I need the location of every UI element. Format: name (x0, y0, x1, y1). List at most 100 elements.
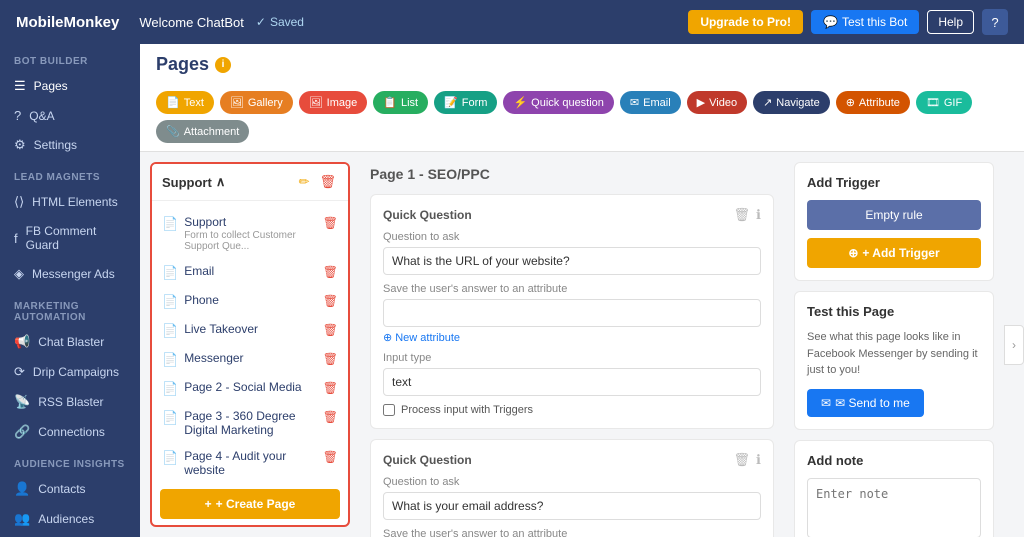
sidebar-item-qa[interactable]: ? Q&A (0, 101, 140, 130)
marketing-automation-label: MARKETING AUTOMATION (0, 289, 140, 327)
add-note-title: Add note (807, 453, 981, 468)
plus-icon: ⊕ (383, 331, 392, 344)
list-item[interactable]: 📄 Live Takeover 🗑 (152, 316, 348, 345)
toolbar-navigate-button[interactable]: ↗ Navigate (753, 91, 830, 114)
attachment-icon: 📎 (166, 125, 180, 138)
connections-icon: 🔗 (14, 424, 30, 440)
form-icon: 📝 (444, 96, 458, 109)
list-item[interactable]: 📄 Phone 🗑 (152, 287, 348, 316)
sidebar-item-drip-campaigns[interactable]: ⟳ Drip Campaigns (0, 357, 140, 387)
save-answer-input[interactable] (383, 299, 761, 327)
add-trigger-section: Add Trigger Empty rule ⊕ + Add Trigger (794, 162, 994, 281)
delete-page-icon[interactable]: 🗑 (323, 216, 338, 230)
info-icon: i (215, 57, 231, 73)
create-page-button[interactable]: + + Create Page (160, 489, 340, 519)
add-note-section: Add note (794, 440, 994, 537)
sidebar-item-pages[interactable]: ☰ Pages (0, 71, 140, 101)
toolbar-attachment-button[interactable]: 📎 Attachment (156, 120, 249, 143)
help-button[interactable]: Help (927, 10, 974, 34)
toolbar-gif-button[interactable]: 🎞 GIF (916, 91, 972, 114)
delete-page-icon[interactable]: 🗑 (323, 323, 338, 337)
sidebar-item-fb-comment-guard[interactable]: f FB Comment Guard (0, 217, 140, 259)
audiences-icon: 👥 (14, 511, 30, 527)
question-label: Question to ask (383, 476, 761, 488)
page-doc-icon: 📄 (162, 450, 178, 466)
toolbar-video-button[interactable]: ▶ Video (687, 91, 747, 114)
delete-page-icon[interactable]: 🗑 (323, 381, 338, 395)
user-icon-button[interactable]: ? (982, 9, 1008, 35)
plus-icon: + (205, 497, 212, 511)
add-trigger-button[interactable]: ⊕ + Add Trigger (807, 238, 981, 268)
qa-icon: ? (14, 108, 21, 123)
expand-right-button[interactable]: › (1004, 325, 1024, 365)
gallery-icon: 🖼 (230, 96, 244, 109)
info-card-button[interactable]: ℹ (756, 452, 761, 468)
empty-rule-button[interactable]: Empty rule (807, 200, 981, 230)
page-doc-icon: 📄 (162, 265, 178, 281)
process-triggers-checkbox[interactable] (383, 404, 395, 416)
list-item[interactable]: 📄 Email 🗑 (152, 258, 348, 287)
message-icon: ✉ (821, 396, 831, 410)
pages-group-header: Support ∧ ✏ 🗑 (152, 164, 348, 201)
page-doc-icon: 📄 (162, 294, 178, 310)
toolbar-image-button[interactable]: 🖼 Image (299, 91, 368, 114)
edit-group-button[interactable]: ✏ (297, 172, 312, 192)
process-triggers-label: Process input with Triggers (401, 404, 533, 416)
list-item[interactable]: 📄 Page 4 - Audit your website 🗑 (152, 443, 348, 483)
message-icon: 💬 (823, 15, 838, 29)
delete-page-icon[interactable]: 🗑 (323, 450, 338, 464)
test-page-title: Test this Page (807, 304, 981, 319)
email-icon: ✉ (630, 96, 639, 109)
lead-magnets-label: LEAD MAGNETS (0, 160, 140, 187)
delete-card-button[interactable]: 🗑 (734, 452, 751, 468)
toolbar-list-button[interactable]: 📋 List (373, 91, 428, 114)
send-to-me-button[interactable]: ✉ ✉ Send to me (807, 389, 924, 417)
image-icon: 🖼 (309, 96, 323, 109)
toolbar-email-button[interactable]: ✉ Email (620, 91, 681, 114)
list-item[interactable]: 📄 Support Form to collect Customer Suppo… (152, 209, 348, 258)
toolbar-attribute-button[interactable]: ⊕ Attribute (836, 91, 910, 114)
pages-group-name: Support ∧ (162, 174, 225, 190)
delete-page-icon[interactable]: 🗑 (323, 352, 338, 366)
delete-group-button[interactable]: 🗑 (317, 172, 338, 192)
rss-icon: 📡 (14, 394, 30, 410)
save-answer-label: Save the user's answer to an attribute (383, 528, 761, 537)
page-doc-icon: 📄 (162, 216, 178, 232)
sidebar-item-settings[interactable]: ⚙ Settings (0, 130, 140, 160)
toolbar-quick-question-button[interactable]: ⚡ Quick question (503, 91, 613, 114)
sidebar-item-connections[interactable]: 🔗 Connections (0, 417, 140, 447)
test-bot-button[interactable]: 💬 Test this Bot (811, 10, 919, 34)
delete-page-icon[interactable]: 🗑 (323, 294, 338, 308)
toolbar-gallery-button[interactable]: 🖼 Gallery (220, 91, 293, 114)
list-item[interactable]: 📄 Messenger 🗑 (152, 345, 348, 374)
sidebar-item-contacts[interactable]: 👤 Contacts (0, 474, 140, 504)
sidebar-item-chat-blaster[interactable]: 📢 Chat Blaster (0, 327, 140, 357)
ads-icon: ◈ (14, 266, 24, 282)
upgrade-button[interactable]: Upgrade to Pro! (688, 10, 803, 34)
delete-card-button[interactable]: 🗑 (734, 207, 751, 223)
add-trigger-title: Add Trigger (807, 175, 981, 190)
contacts-icon: 👤 (14, 481, 30, 497)
toolbar-text-button[interactable]: 📄 Text (156, 91, 214, 114)
pages-icon: ☰ (14, 78, 26, 94)
new-attribute-link[interactable]: ⊕ New attribute (383, 331, 761, 344)
info-card-button[interactable]: ℹ (756, 207, 761, 223)
check-icon: ✓ (256, 15, 266, 29)
sidebar-item-messenger-ads[interactable]: ◈ Messenger Ads (0, 259, 140, 289)
page-doc-icon: 📄 (162, 410, 178, 426)
video-icon: ▶ (697, 96, 705, 109)
toolbar-form-button[interactable]: 📝 Form (434, 91, 497, 114)
list-item[interactable]: 📄 Page 2 - Social Media 🗑 (152, 374, 348, 403)
test-page-text: See what this page looks like in Faceboo… (807, 329, 981, 379)
save-answer-label: Save the user's answer to an attribute (383, 283, 761, 295)
sidebar-item-rss-blaster[interactable]: 📡 RSS Blaster (0, 387, 140, 417)
sidebar-item-html-elements[interactable]: ⟨⟩ HTML Elements (0, 187, 140, 217)
delete-page-icon[interactable]: 🗑 (323, 265, 338, 279)
add-note-textarea[interactable] (807, 478, 981, 537)
text-icon: 📄 (166, 96, 180, 109)
sidebar-item-audiences[interactable]: 👥 Audiences (0, 504, 140, 534)
list-item[interactable]: 📄 Page 3 - 360 Degree Digital Marketing … (152, 403, 348, 443)
saved-badge: ✓ Saved (256, 15, 304, 29)
fb-icon: f (14, 231, 18, 246)
delete-page-icon[interactable]: 🗑 (323, 410, 338, 424)
